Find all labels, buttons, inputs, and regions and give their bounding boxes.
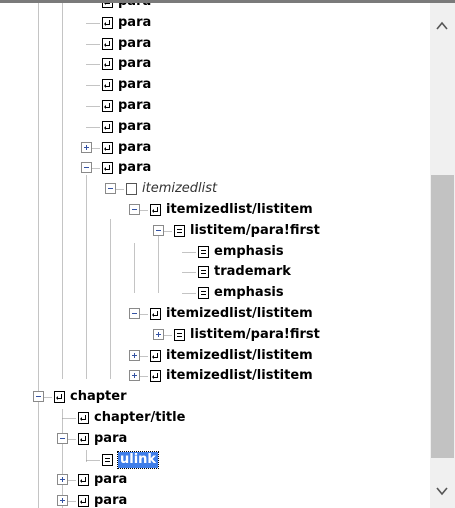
tree-node-label[interactable]: chapter/title [94, 410, 185, 426]
chevron-down-icon[interactable] [436, 485, 448, 497]
document-structure-tree[interactable]: para para para para para para para para para item… [0, 3, 430, 508]
tree-node-label[interactable]: para [118, 98, 151, 114]
expand-toggle-icon[interactable] [81, 142, 92, 153]
tree-node[interactable]: emphasis [0, 242, 430, 262]
para-icon [150, 350, 161, 362]
tree-node[interactable]: para [0, 54, 430, 74]
tree-node[interactable]: para [0, 3, 430, 12]
tree-node[interactable]: para [0, 117, 430, 137]
collapse-toggle-icon[interactable] [33, 391, 44, 402]
tree-node-label-selected[interactable]: ulink [116, 451, 160, 469]
para-icon [102, 100, 113, 112]
tree-node-label[interactable]: para [94, 472, 127, 488]
tree-node-label[interactable]: itemizedlist [142, 181, 217, 197]
text-icon [198, 246, 209, 258]
expand-toggle-icon[interactable] [57, 474, 68, 485]
expand-toggle-icon[interactable] [129, 370, 140, 381]
tree-node[interactable]: para [0, 158, 430, 178]
scrollbar-thumb[interactable] [431, 175, 454, 458]
text-icon [174, 225, 185, 237]
expand-toggle-icon[interactable] [57, 495, 68, 506]
tree-node-label[interactable]: para [118, 15, 151, 31]
tree-node[interactable]: listitem/para!first [0, 325, 430, 345]
para-icon [78, 495, 89, 507]
tree-node[interactable]: itemizedlist/listitem [0, 346, 430, 366]
tree-node[interactable]: para [0, 429, 430, 449]
para-icon [102, 38, 113, 50]
tree-node-label[interactable]: emphasis [214, 285, 284, 301]
tree-node[interactable]: itemizedlist/listitem [0, 366, 430, 386]
tree-node[interactable]: itemizedlist/listitem [0, 200, 430, 220]
para-icon [102, 3, 113, 8]
tree-node-label[interactable]: para [118, 36, 151, 52]
collapse-toggle-icon[interactable] [129, 204, 140, 215]
tree-node[interactable]: para [0, 75, 430, 95]
tree-node-label[interactable]: itemizedlist/listitem [166, 348, 313, 364]
tree-node-label[interactable]: para [94, 493, 127, 508]
tree-node-label[interactable]: para [118, 140, 151, 156]
text-icon [198, 266, 209, 278]
para-icon [78, 412, 89, 424]
tree-node[interactable]: ulink [0, 450, 430, 470]
tree-node-label[interactable]: para [118, 77, 151, 93]
para-icon [78, 474, 89, 486]
para-icon [102, 142, 113, 154]
collapse-toggle-icon[interactable] [153, 225, 164, 236]
para-icon [102, 162, 113, 174]
tree-node-label[interactable]: listitem/para!first [190, 223, 320, 239]
para-icon [78, 433, 89, 445]
box-icon [126, 183, 137, 195]
para-icon [102, 121, 113, 133]
tree-node[interactable]: para [0, 470, 430, 490]
tree-node[interactable]: chapter/title [0, 408, 430, 428]
tree-node[interactable]: itemizedlist [0, 179, 430, 199]
para-icon [54, 391, 65, 403]
chevron-up-icon[interactable] [436, 20, 448, 32]
tree-node[interactable]: listitem/para!first [0, 221, 430, 241]
tree-node[interactable]: para [0, 138, 430, 158]
tree-node-label[interactable]: trademark [214, 264, 291, 280]
tree-node-label[interactable]: para [118, 3, 151, 10]
text-icon [174, 329, 185, 341]
tree-node-label[interactable]: itemizedlist/listitem [166, 368, 313, 384]
para-icon [150, 204, 161, 216]
collapse-toggle-icon[interactable] [105, 183, 116, 194]
text-icon [102, 454, 113, 466]
tree-node[interactable]: itemizedlist/listitem [0, 304, 430, 324]
tree-node-label[interactable]: itemizedlist/listitem [166, 306, 313, 322]
collapse-toggle-icon[interactable] [57, 433, 68, 444]
expand-toggle-icon[interactable] [129, 350, 140, 361]
para-icon [102, 17, 113, 29]
tree-node-label[interactable]: para [118, 56, 151, 72]
para-icon [102, 58, 113, 70]
tree-node-label[interactable]: itemizedlist/listitem [166, 202, 313, 218]
tree-node[interactable]: para [0, 13, 430, 33]
vertical-scrollbar[interactable] [430, 3, 455, 508]
collapse-toggle-icon[interactable] [129, 308, 140, 319]
tree-node-label[interactable]: para [118, 119, 151, 135]
expand-toggle-icon[interactable] [153, 329, 164, 340]
tree-node[interactable]: para [0, 34, 430, 54]
para-icon [150, 308, 161, 320]
tree-node[interactable]: para [0, 96, 430, 116]
tree-node-label[interactable]: para [118, 160, 151, 176]
tree-node[interactable]: para [0, 491, 430, 508]
tree-node-label[interactable]: chapter [70, 389, 126, 405]
para-icon [150, 370, 161, 382]
collapse-toggle-icon[interactable] [81, 162, 92, 173]
tree-node[interactable]: trademark [0, 262, 430, 282]
tree-node[interactable]: emphasis [0, 283, 430, 303]
para-icon [102, 79, 113, 91]
tree-node-label[interactable]: para [94, 431, 127, 447]
text-icon [198, 287, 209, 299]
tree-node-label[interactable]: emphasis [214, 244, 284, 260]
tree-node[interactable]: chapter [0, 387, 430, 407]
tree-node-label[interactable]: listitem/para!first [190, 327, 320, 343]
